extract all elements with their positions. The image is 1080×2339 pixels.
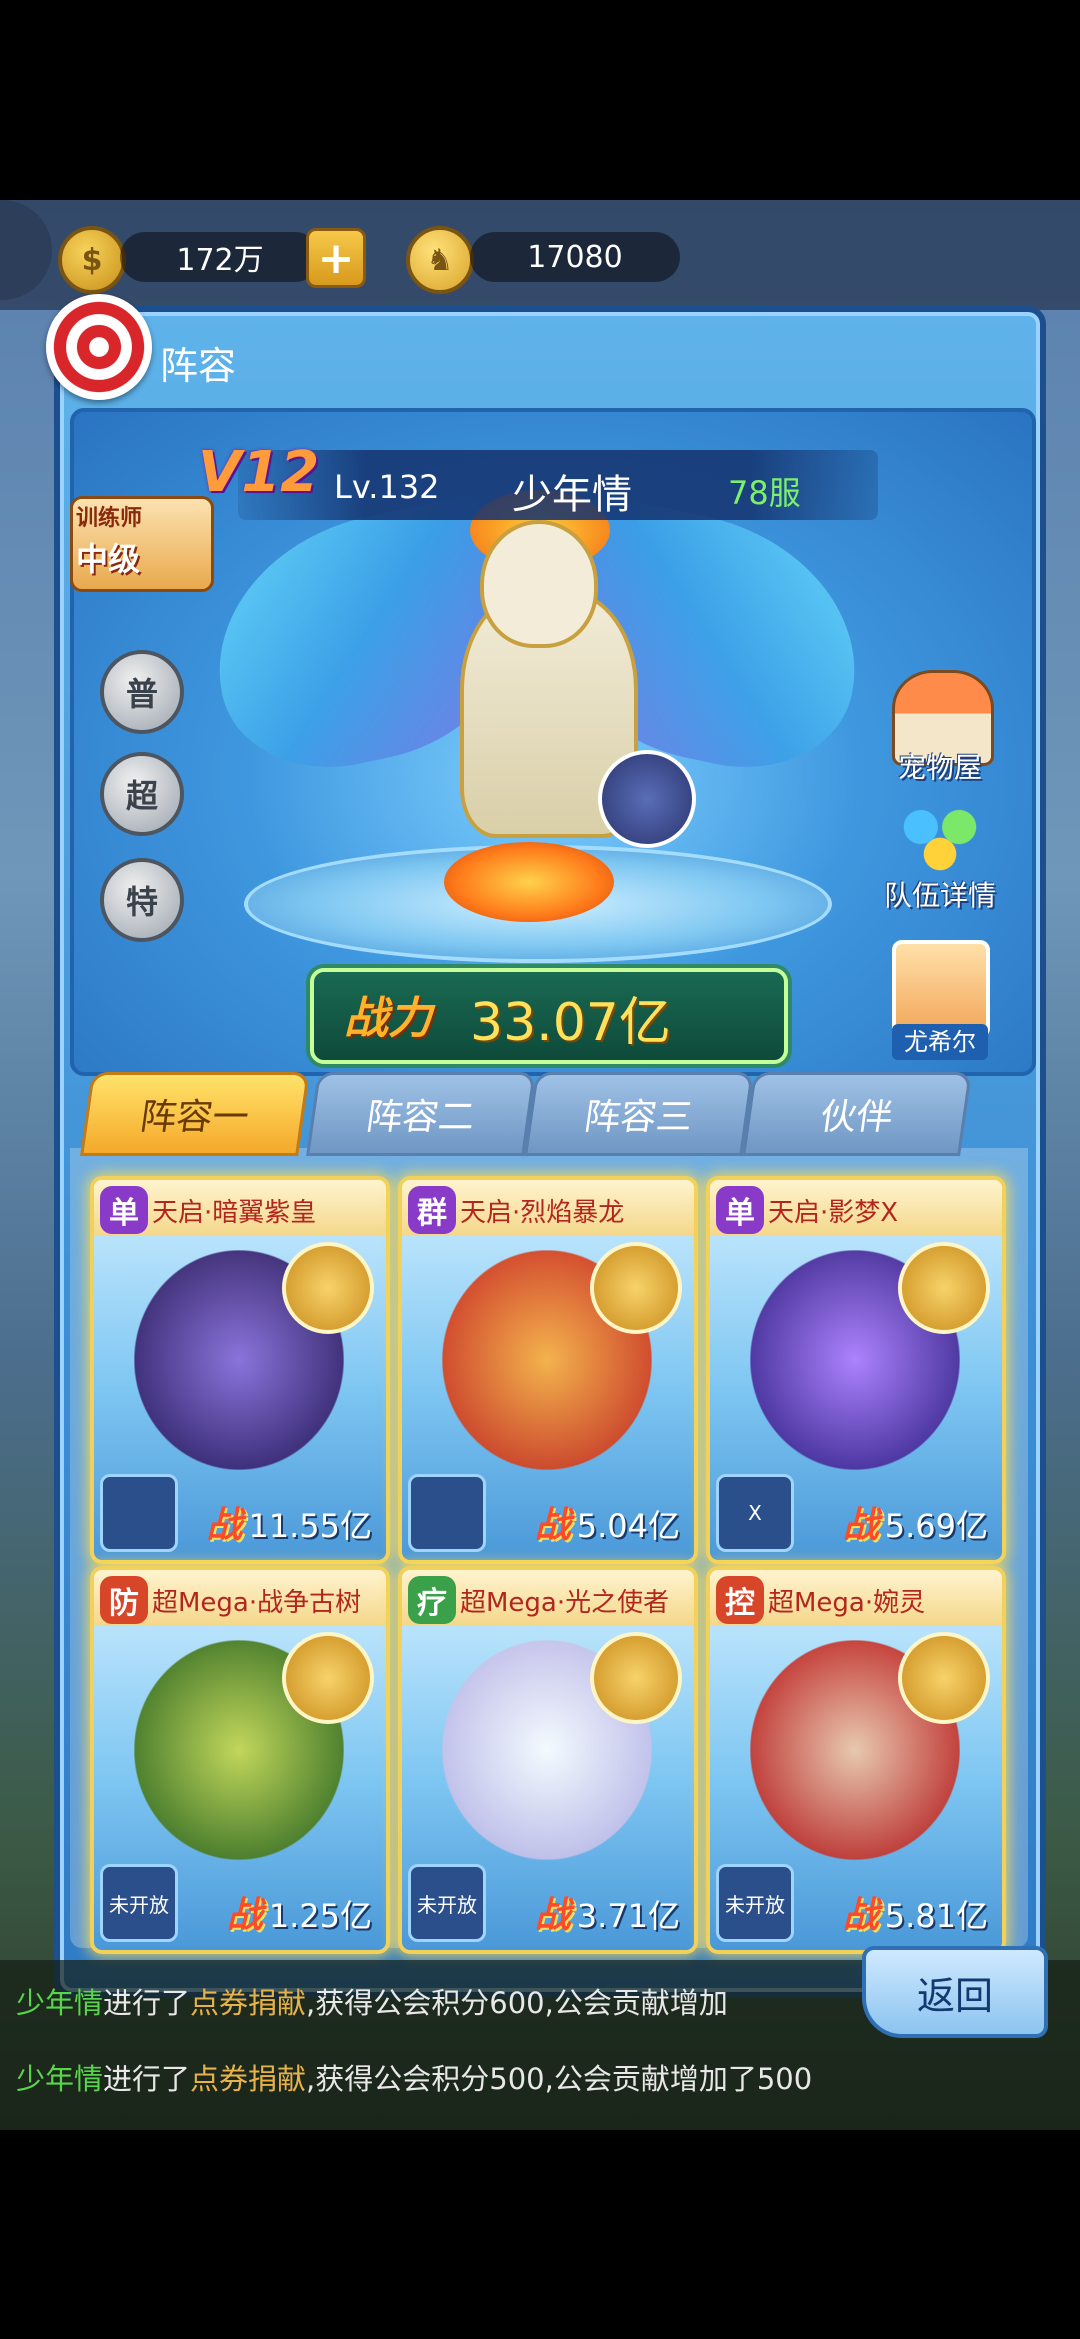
card-pet-name: 天启·暗翼紫皇 <box>152 1198 317 1228</box>
power-prefix: 战 <box>226 1895 263 1936</box>
card-power: 战 3.71亿 <box>535 1886 680 1938</box>
locked-slot[interactable]: 未开放 <box>100 1864 178 1942</box>
card-power-value: 1.25亿 <box>268 1897 372 1935</box>
diamond-amount: 17080 <box>470 232 680 282</box>
player-server: 78服 <box>728 474 801 512</box>
combat-power-label: 战力 <box>344 993 432 1044</box>
gold-amount: 172万 <box>120 232 320 282</box>
chat-action: 点券捐献 <box>190 2062 307 2096</box>
locked-slot[interactable]: 未开放 <box>408 1864 486 1942</box>
chat-text: 进行了 <box>103 2062 191 2096</box>
locked-slot[interactable]: 未开放 <box>716 1864 794 1942</box>
chat-message: 少年情进行了点券捐献,获得公会积分600,公会贡献增加 <box>16 1980 728 2022</box>
player-level: Lv.132 <box>334 468 440 506</box>
card-pet-name: 超Mega·光之使者 <box>460 1588 670 1618</box>
pet-emblem-icon <box>590 1632 682 1724</box>
pet-card[interactable]: 疗 超Mega·光之使者 未开放 战 3.71亿 <box>398 1566 698 1954</box>
chat-user[interactable]: 少年情 <box>16 2062 103 2096</box>
equip-slot-icon[interactable] <box>408 1474 486 1552</box>
gold-coin-icon: $ <box>58 226 126 294</box>
power-prefix: 战 <box>206 1505 243 1546</box>
card-role-badge: 群 <box>408 1186 456 1234</box>
grade-normal-button[interactable]: 普 <box>100 650 184 734</box>
pet-card[interactable]: 控 超Mega·婉灵 未开放 战 5.81亿 <box>706 1566 1006 1954</box>
trainer-label: 训练师 <box>76 506 143 531</box>
hero-name[interactable]: 尤希尔 <box>892 1024 988 1060</box>
pedestal-emblem-icon <box>444 842 614 922</box>
pet-card[interactable]: 单 天启·暗翼紫皇 战 11.55亿 <box>90 1176 390 1564</box>
tab-partner[interactable]: 伙伴 <box>742 1072 972 1156</box>
pet-house-label[interactable]: 宠物屋 <box>882 746 998 786</box>
tab-lineup-1[interactable]: 阵容一 <box>80 1072 310 1156</box>
chat-text: 进行了 <box>103 1986 191 2020</box>
card-power-value: 11.55亿 <box>248 1507 372 1545</box>
card-power: 战 5.69亿 <box>843 1496 988 1548</box>
pet-emblem-icon <box>282 1632 374 1724</box>
power-prefix: 战 <box>842 1505 879 1546</box>
pet-emblem-icon <box>282 1242 374 1334</box>
card-power: 战 11.55亿 <box>206 1496 372 1548</box>
grade-special-button[interactable]: 特 <box>100 858 184 942</box>
card-power: 战 5.04亿 <box>535 1496 680 1548</box>
add-currency-button[interactable]: + <box>306 228 366 288</box>
target-icon <box>46 294 152 400</box>
power-prefix: 战 <box>842 1895 879 1936</box>
card-pet-name: 天启·烈焰暴龙 <box>460 1198 625 1228</box>
bunny-currency-icon: ♞ <box>406 226 474 294</box>
card-power-value: 5.69亿 <box>884 1507 988 1545</box>
tab-lineup-3[interactable]: 阵容三 <box>524 1072 754 1156</box>
back-button[interactable]: 返回 <box>862 1946 1048 2038</box>
pet-emblem-icon <box>898 1632 990 1724</box>
power-prefix: 战 <box>534 1895 571 1936</box>
card-pet-name: 超Mega·婉灵 <box>768 1588 926 1618</box>
grade-super-button[interactable]: 超 <box>100 752 184 836</box>
combat-power-value: 33.07亿 <box>470 993 671 1053</box>
card-power-value: 3.71亿 <box>576 1897 680 1935</box>
pet-emblem-icon <box>898 1242 990 1334</box>
card-pet-name: 超Mega·战争古树 <box>152 1588 362 1618</box>
main-pet-head <box>480 520 598 648</box>
pet-card[interactable]: 群 天启·烈焰暴龙 战 5.04亿 <box>398 1176 698 1564</box>
pet-emblem-icon <box>590 1242 682 1334</box>
chat-text: ,获得公会积分600,公会贡献增加 <box>306 1986 728 2020</box>
card-role-badge: 单 <box>100 1186 148 1234</box>
vip-badge: V12 <box>198 440 320 505</box>
card-power: 战 5.81亿 <box>843 1886 988 1938</box>
card-role-badge: 单 <box>716 1186 764 1234</box>
card-power-value: 5.04亿 <box>576 1507 680 1545</box>
pet-card[interactable]: 防 超Mega·战争古树 未开放 战 1.25亿 <box>90 1566 390 1954</box>
tab-lineup-2[interactable]: 阵容二 <box>306 1072 536 1156</box>
card-role-badge: 疗 <box>408 1576 456 1624</box>
trainer-rank: 中级 <box>76 540 141 578</box>
chat-action: 点券捐献 <box>190 1986 307 2020</box>
team-details-label[interactable]: 队伍详情 <box>870 874 1010 914</box>
card-power: 战 1.25亿 <box>227 1886 372 1938</box>
card-role-badge: 控 <box>716 1576 764 1624</box>
chat-user[interactable]: 少年情 <box>16 1986 103 2020</box>
pet-card[interactable]: 单 天启·影梦X X 战 5.69亿 <box>706 1176 1006 1564</box>
power-prefix: 战 <box>534 1505 571 1546</box>
panel-title: 阵容 <box>160 344 237 388</box>
companion-pet[interactable] <box>598 750 696 848</box>
card-pet-name: 天启·影梦X <box>768 1198 899 1228</box>
chat-text: ,获得公会积分500,公会贡献增加了500 <box>306 2062 813 2096</box>
equip-slot-icon[interactable] <box>100 1474 178 1552</box>
player-name: 少年情 <box>512 472 632 518</box>
equip-slot-icon[interactable]: X <box>716 1474 794 1552</box>
card-role-badge: 防 <box>100 1576 148 1624</box>
card-power-value: 5.81亿 <box>884 1897 988 1935</box>
chat-message: 少年情进行了点券捐献,获得公会积分500,公会贡献增加了500 <box>16 2056 812 2098</box>
